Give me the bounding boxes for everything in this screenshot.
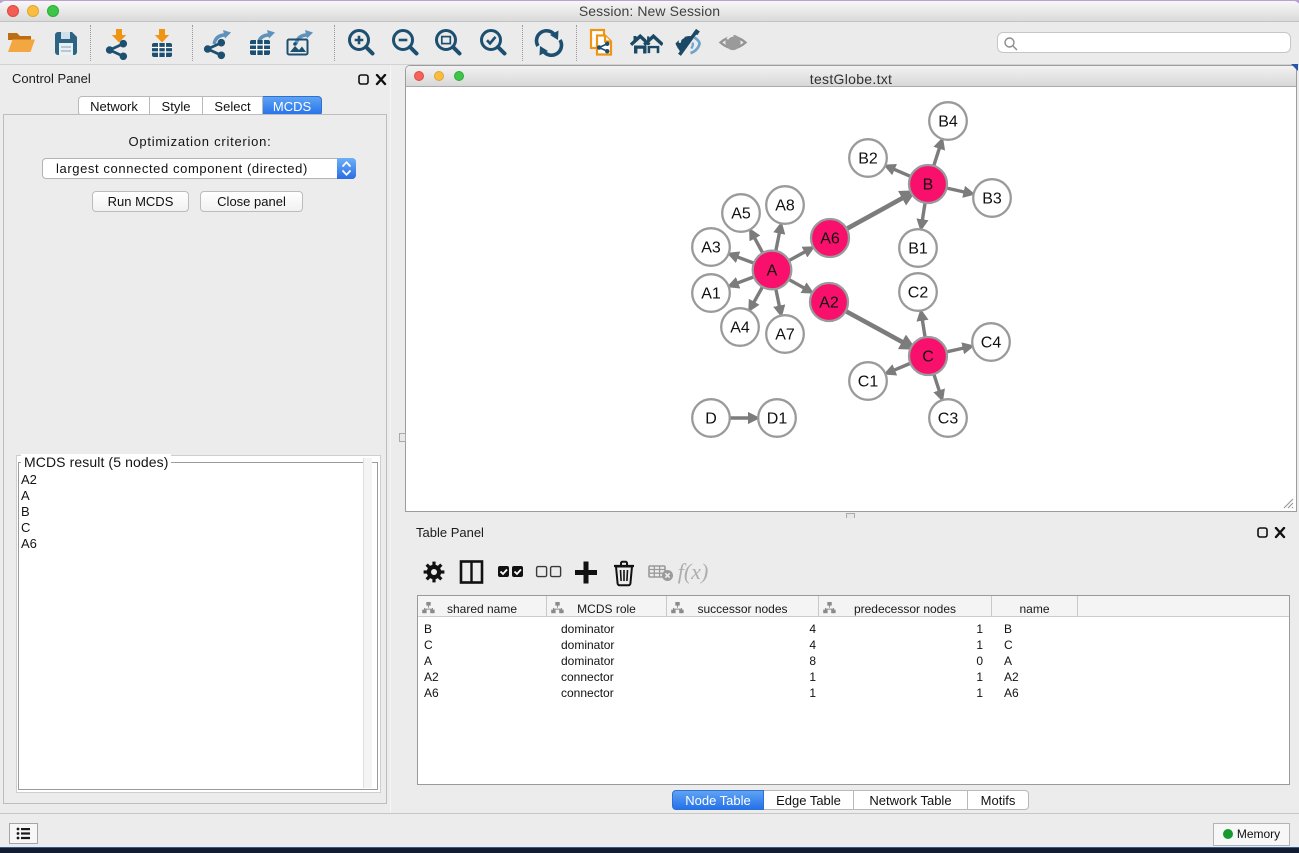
svg-text:B4: B4 xyxy=(938,114,958,131)
svg-text:B1: B1 xyxy=(908,241,928,258)
svg-text:D: D xyxy=(705,411,717,428)
svg-text:A7: A7 xyxy=(775,327,795,344)
svg-text:A8: A8 xyxy=(775,198,795,215)
svg-text:A1: A1 xyxy=(701,286,721,303)
svg-text:C: C xyxy=(922,349,934,366)
svg-text:B2: B2 xyxy=(858,151,878,168)
svg-text:A3: A3 xyxy=(701,240,721,257)
svg-text:A: A xyxy=(767,263,778,280)
svg-text:B3: B3 xyxy=(982,191,1002,208)
svg-text:A6: A6 xyxy=(820,231,840,248)
svg-text:C1: C1 xyxy=(858,374,879,391)
svg-text:f(x): f(x) xyxy=(678,559,708,584)
svg-text:C2: C2 xyxy=(908,285,929,302)
svg-text:D1: D1 xyxy=(767,411,788,428)
svg-text:A2: A2 xyxy=(819,295,839,312)
svg-text:A4: A4 xyxy=(730,320,750,337)
svg-text:C4: C4 xyxy=(981,335,1002,352)
svg-text:C3: C3 xyxy=(938,411,959,428)
svg-text:B: B xyxy=(923,177,934,194)
svg-text:A5: A5 xyxy=(731,206,751,223)
